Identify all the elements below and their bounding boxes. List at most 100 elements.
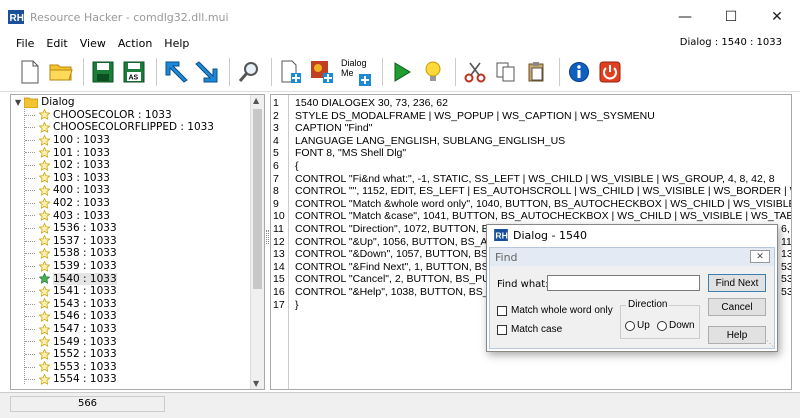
tree-item-label: 1539 : 1033 xyxy=(53,260,117,273)
tree-item[interactable]: 1552 : 1033 xyxy=(39,348,117,361)
tree-item[interactable]: 1540 : 1033 xyxy=(39,272,117,285)
scrollbar-thumb[interactable] xyxy=(253,109,262,289)
tree-item[interactable]: 403 : 1033 xyxy=(39,209,110,222)
tree-connector-line xyxy=(25,366,35,368)
exit-button[interactable] xyxy=(596,57,624,87)
find-next-button[interactable]: Find Next xyxy=(708,274,766,292)
tree-item-label: 1536 : 1033 xyxy=(53,222,117,235)
find-button[interactable] xyxy=(235,57,263,87)
tree-connector-line xyxy=(25,177,35,179)
tree-scrollbar[interactable]: ▲ ▼ xyxy=(250,95,264,389)
about-button[interactable] xyxy=(565,57,593,87)
tree-item[interactable]: CHOOSECOLOR : 1033 xyxy=(39,109,172,122)
svg-text:AS: AS xyxy=(129,74,139,81)
tree-connector-line xyxy=(25,202,35,204)
match-case-checkbox[interactable]: Match case xyxy=(497,324,562,335)
minimize-button[interactable]: — xyxy=(662,0,708,34)
tree-item[interactable]: 400 : 1033 xyxy=(39,184,110,197)
tree-item[interactable]: 1543 : 1033 xyxy=(39,298,117,311)
tree-item[interactable]: 101 : 1033 xyxy=(39,146,110,159)
close-button[interactable]: ✕ xyxy=(754,0,800,34)
menu-file[interactable]: File xyxy=(0,37,40,50)
maximize-button[interactable]: ☐ xyxy=(708,0,754,34)
copy-button[interactable] xyxy=(492,57,520,87)
toolbar-separator xyxy=(229,57,230,86)
tree-item[interactable]: CHOOSECOLORFLIPPED : 1033 xyxy=(39,121,214,134)
cancel-button[interactable]: Cancel xyxy=(708,298,766,316)
checkbox-icon[interactable] xyxy=(497,324,507,335)
tree-item[interactable]: 1547 : 1033 xyxy=(39,323,117,336)
match-case-label: Match case xyxy=(511,324,563,335)
new-file-button[interactable] xyxy=(16,57,44,87)
add-resource-icon xyxy=(281,60,301,83)
tree-item[interactable]: 1539 : 1033 xyxy=(39,260,117,273)
direction-up-radio[interactable]: Up xyxy=(625,320,650,331)
collapse-icon[interactable]: ▼ xyxy=(15,98,21,107)
menu-edit[interactable]: Edit xyxy=(40,37,73,50)
tree-item[interactable]: 102 : 1033 xyxy=(39,159,110,172)
help-button[interactable]: Help xyxy=(708,326,766,344)
star-icon xyxy=(39,273,50,285)
add-resource-button[interactable] xyxy=(277,57,305,87)
star-icon xyxy=(39,373,50,385)
save-as-button[interactable]: AS xyxy=(120,57,148,87)
tree-item[interactable]: 1546 : 1033 xyxy=(39,310,117,323)
match-whole-word-label: Match whole word only xyxy=(511,305,613,316)
menu-bar: File Edit View Action Help Dialog : 1540… xyxy=(0,34,800,52)
scissors-icon xyxy=(464,62,486,82)
toolbar-separator xyxy=(382,57,383,86)
code-line: CONTROL "Match &whole word only", 1040, … xyxy=(295,197,792,210)
radio-icon[interactable] xyxy=(625,320,635,331)
dialog-preview-titlebar[interactable]: RH Dialog - 1540 xyxy=(487,225,777,245)
tree-item[interactable]: 100 : 1033 xyxy=(39,134,110,147)
open-folder-button[interactable] xyxy=(47,57,75,87)
star-icon xyxy=(39,210,50,222)
tree-connector-line xyxy=(25,190,35,192)
dialog-preview-window[interactable]: RH Dialog - 1540 Find ✕ Find what: Find … xyxy=(486,224,778,352)
tree-item[interactable]: 402 : 1033 xyxy=(39,197,110,210)
menu-action[interactable]: Action xyxy=(112,37,158,50)
tree-item[interactable]: 1537 : 1033 xyxy=(39,235,117,248)
radio-icon[interactable] xyxy=(657,320,667,331)
find-dialog-close-button[interactable]: ✕ xyxy=(750,250,770,263)
find-what-input[interactable] xyxy=(547,275,700,291)
tree-item[interactable]: 103 : 1033 xyxy=(39,172,110,185)
menu-help[interactable]: Help xyxy=(158,37,195,50)
add-image-button[interactable] xyxy=(308,57,336,87)
tree-item[interactable]: 1554 : 1033 xyxy=(39,373,117,386)
match-whole-word-checkbox[interactable]: Match whole word only xyxy=(497,305,613,316)
cut-button[interactable] xyxy=(461,57,489,87)
scroll-down-arrow-icon[interactable]: ▼ xyxy=(253,379,259,388)
resource-tree[interactable]: ▼ Dialog CHOOSECOLOR : 1033 CHOOSECOLORFL… xyxy=(10,94,265,390)
tree-item-label: 400 : 1033 xyxy=(53,184,110,197)
save-button[interactable] xyxy=(89,57,117,87)
tree-item[interactable]: 1538 : 1033 xyxy=(39,247,117,260)
menu-view[interactable]: View xyxy=(74,37,112,50)
scroll-up-arrow-icon[interactable]: ▲ xyxy=(253,96,259,105)
resource-info: Dialog : 1540 : 1033 xyxy=(679,37,782,48)
back-button[interactable] xyxy=(162,57,190,87)
tree-item[interactable]: 1549 : 1033 xyxy=(39,335,117,348)
tree-item[interactable]: 1553 : 1033 xyxy=(39,361,117,374)
compile-run-button[interactable] xyxy=(388,57,416,87)
code-line-overflow: 53, 3 xyxy=(781,273,791,286)
dialog-preview-button[interactable] xyxy=(419,57,447,87)
resize-grip-icon[interactable]: ⋱ xyxy=(766,339,774,348)
checkbox-icon[interactable] xyxy=(497,305,507,316)
arrow-back-icon xyxy=(165,61,188,83)
tree-item-label: CHOOSECOLORFLIPPED : 1033 xyxy=(53,121,214,134)
paste-icon xyxy=(528,61,544,81)
pane-splitter[interactable] xyxy=(266,230,269,244)
star-icon xyxy=(39,121,50,133)
paste-button[interactable] xyxy=(523,57,551,87)
forward-button[interactable] xyxy=(193,57,221,87)
tree-item-label: 100 : 1033 xyxy=(53,134,110,147)
tree-connector-line xyxy=(25,303,35,305)
tree-item-label: 102 : 1033 xyxy=(53,159,110,172)
tree-item[interactable]: 1541 : 1033 xyxy=(39,285,117,298)
tree-item-label: 103 : 1033 xyxy=(53,171,110,184)
tree-item[interactable]: 1536 : 1033 xyxy=(39,222,117,235)
toolbar: AS Dialog Me xyxy=(0,52,800,92)
add-dialog-menu-button[interactable]: Dialog Me xyxy=(339,57,371,87)
direction-down-radio[interactable]: Down xyxy=(657,320,695,331)
